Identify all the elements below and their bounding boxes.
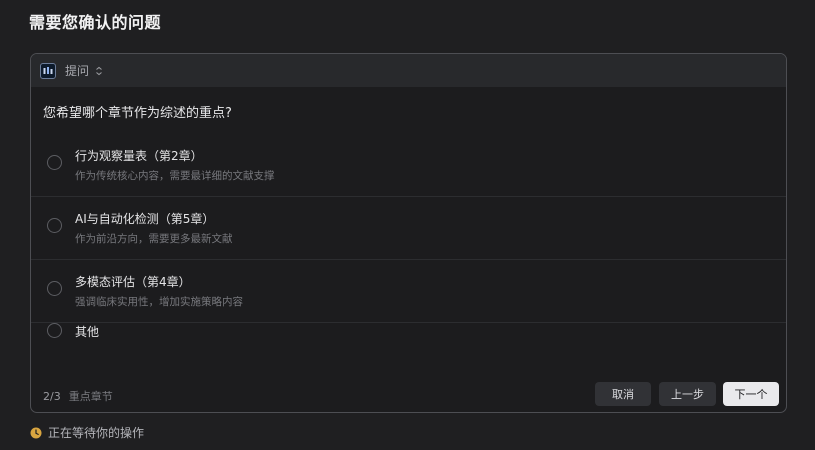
radio-button[interactable] [47, 218, 62, 233]
previous-button[interactable]: 上一步 [659, 382, 716, 406]
option-title: AI与自动化检测（第5章） [75, 212, 215, 226]
question-card: 提问 您希望哪个章节作为综述的重点? 行为观察量表（第2章） 作为传统核心内容，… [30, 53, 787, 413]
option-item[interactable]: 多模态评估（第4章） 强调临床实用性，增加实施策略内容 [31, 260, 786, 323]
option-title: 其他 [75, 325, 100, 339]
next-button[interactable]: 下一个 [723, 382, 779, 406]
option-item-other[interactable]: 其他 [31, 323, 786, 367]
radio-button[interactable] [47, 155, 62, 170]
option-description: 作为传统核心内容，需要最详细的文献支撑 [75, 170, 275, 182]
step-progress: 2/3 重点章节 [43, 388, 113, 404]
option-item[interactable]: AI与自动化检测（第5章） 作为前沿方向，需要更多最新文献 [31, 197, 786, 260]
clock-icon [30, 427, 42, 439]
page-title: 需要您确认的问题 [29, 13, 162, 32]
chevron-up-down-icon[interactable] [95, 66, 103, 76]
option-title: 行为观察量表（第2章） [75, 149, 203, 163]
radio-button[interactable] [47, 323, 62, 338]
option-title: 多模态评估（第4章） [75, 275, 191, 289]
status-bar: 正在等待你的操作 [30, 424, 144, 441]
app-logo-icon [40, 62, 56, 79]
option-item[interactable]: 行为观察量表（第2章） 作为传统核心内容，需要最详细的文献支撑 [31, 134, 786, 197]
radio-button[interactable] [47, 281, 62, 296]
options-list: 行为观察量表（第2章） 作为传统核心内容，需要最详细的文献支撑 AI与自动化检测… [31, 134, 786, 367]
option-description: 强调临床实用性，增加实施策略内容 [75, 296, 243, 308]
status-text: 正在等待你的操作 [48, 426, 145, 440]
option-description: 作为前沿方向，需要更多最新文献 [75, 233, 233, 245]
header-label: 提问 [65, 64, 90, 78]
card-header[interactable]: 提问 [31, 54, 786, 87]
cancel-button[interactable]: 取消 [595, 382, 651, 406]
step-counter: 2/3 [43, 390, 61, 403]
page: 需要您确认的问题 提问 您希望哪个章节作为综述的重点? 行为观察量表（第2章） … [0, 0, 815, 450]
question-text: 您希望哪个章节作为综述的重点? [43, 106, 232, 121]
step-name: 重点章节 [68, 390, 113, 403]
